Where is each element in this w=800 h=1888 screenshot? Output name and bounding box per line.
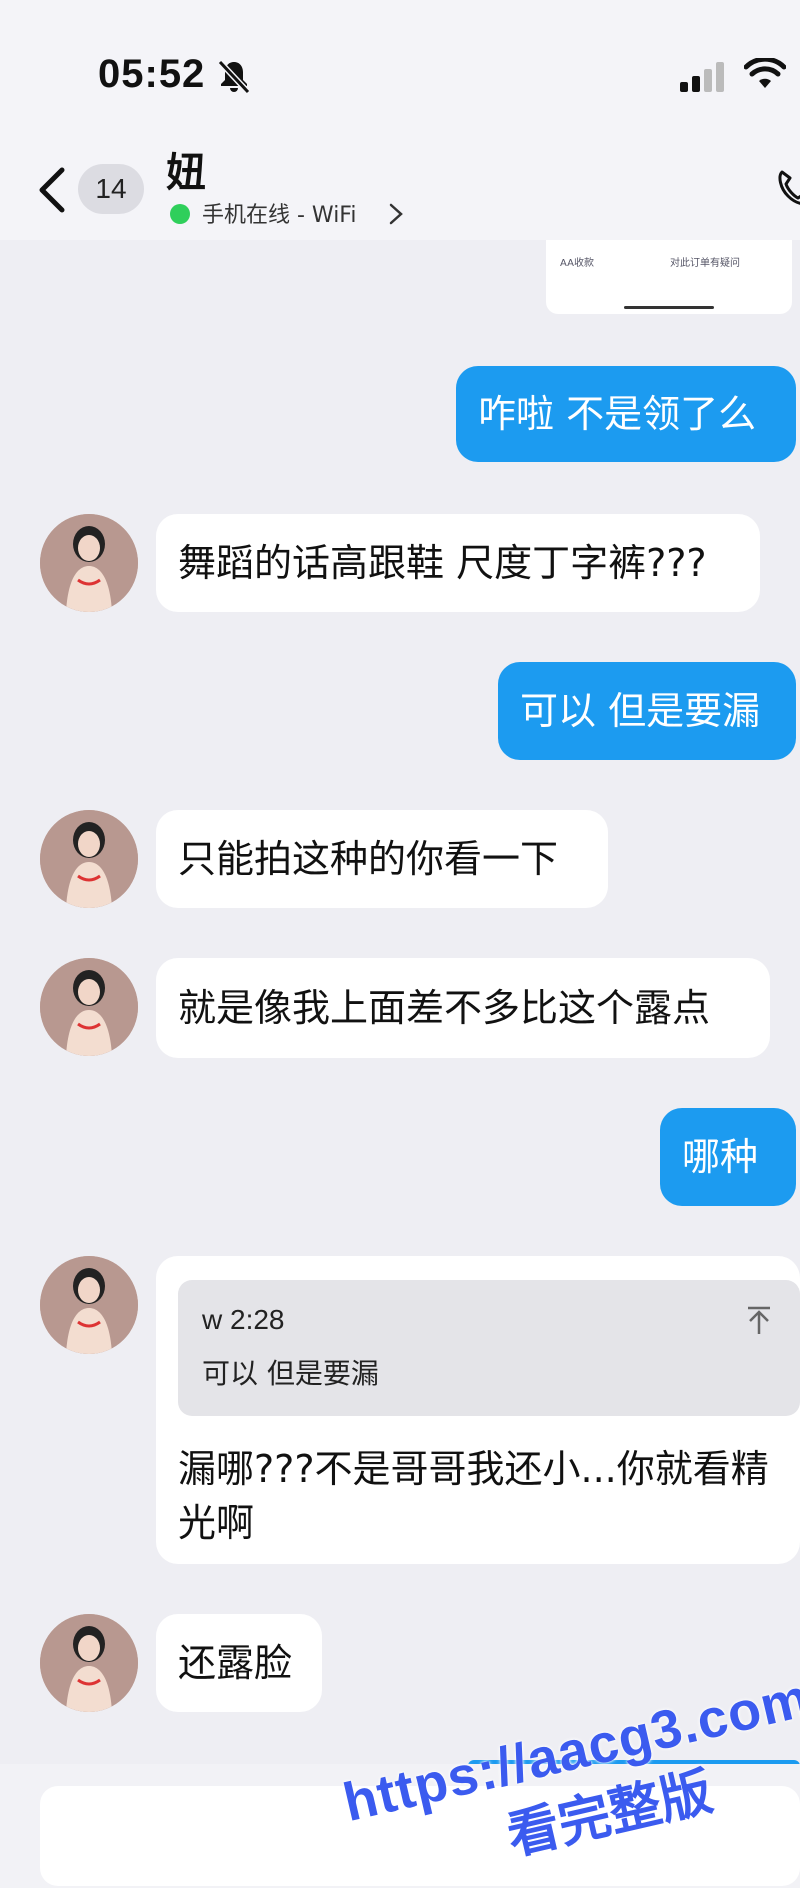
aa-payment-option[interactable]: AA收款	[560, 254, 594, 269]
order-card-fragment: AA收款 对此订单有疑问	[546, 240, 792, 314]
quote-time: w 2:28	[202, 1304, 285, 1335]
incoming-message-text-line2: 光啊	[178, 1501, 255, 1545]
contact-avatar[interactable]	[40, 514, 138, 612]
contact-avatar[interactable]	[40, 958, 138, 1056]
outgoing-message[interactable]: 咋啦 不是领了么	[456, 366, 796, 462]
back-icon[interactable]	[34, 164, 70, 216]
jump-to-quote-icon[interactable]	[746, 1306, 772, 1336]
status-bar: 05:52	[0, 0, 800, 140]
avatar-photo	[40, 1614, 138, 1712]
chat-header: 14 妞 手机在线 - WiFi	[0, 140, 800, 240]
signal-icon	[680, 62, 724, 92]
quote-text: 可以 但是要漏	[202, 1357, 379, 1390]
message-input[interactable]	[40, 1786, 800, 1886]
incoming-message[interactable]: 只能拍这种的你看一下	[156, 810, 608, 908]
contact-avatar[interactable]	[40, 1614, 138, 1712]
input-bar	[0, 1764, 800, 1888]
avatar-photo	[40, 958, 138, 1056]
quoted-message[interactable]: w 2:28 可以 但是要漏	[178, 1280, 800, 1416]
status-time: 05:52	[98, 52, 206, 96]
incoming-message[interactable]: 就是像我上面差不多比这个露点	[156, 958, 770, 1058]
chat-screen: 05:52 14 妞 手机在线 - WiFi AA收款 对此订单有疑问 咋啦 不…	[0, 0, 800, 1888]
wifi-icon	[744, 58, 786, 88]
outgoing-message[interactable]: 可以 但是要漏	[498, 662, 796, 760]
avatar-photo	[40, 810, 138, 908]
incoming-message[interactable]: 还露脸	[156, 1614, 322, 1712]
contact-avatar[interactable]	[40, 1256, 138, 1354]
incoming-message[interactable]: 舞蹈的话高跟鞋 尺度丁字裤???	[156, 514, 760, 612]
online-status-dot	[170, 204, 190, 224]
phone-icon[interactable]	[774, 164, 800, 212]
contact-avatar[interactable]	[40, 810, 138, 908]
outgoing-message[interactable]: 哪种	[660, 1108, 796, 1206]
card-home-indicator	[624, 306, 714, 309]
online-status-text[interactable]: 手机在线 - WiFi	[202, 197, 356, 229]
avatar-photo	[40, 1256, 138, 1354]
chevron-right-icon[interactable]	[388, 202, 404, 226]
unread-count-badge[interactable]: 14	[78, 164, 144, 214]
avatar-photo	[40, 514, 138, 612]
incoming-message-text-line1: 漏哪???不是哥哥我还小...你就看精	[178, 1447, 769, 1491]
order-question-option[interactable]: 对此订单有疑问	[670, 254, 740, 269]
contact-name[interactable]: 妞	[166, 140, 206, 198]
bell-mute-icon	[217, 59, 251, 94]
